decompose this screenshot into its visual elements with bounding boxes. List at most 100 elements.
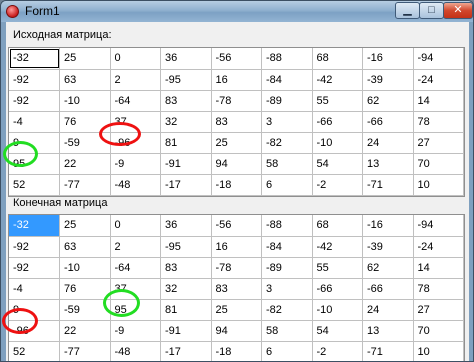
grid-cell[interactable]: -92 xyxy=(9,69,60,91)
grid-cell[interactable]: -89 xyxy=(261,257,313,279)
grid-cell[interactable]: -82 xyxy=(261,132,313,154)
grid-cell[interactable]: -56 xyxy=(211,215,262,237)
grid-cell[interactable]: 25 xyxy=(59,48,111,70)
grid-cell[interactable]: 9 xyxy=(9,132,60,154)
grid-cell[interactable]: 24 xyxy=(362,132,414,154)
grid-cell[interactable]: 81 xyxy=(160,132,212,154)
grid-cell[interactable]: -77 xyxy=(59,341,111,361)
grid-cell[interactable]: -92 xyxy=(9,257,60,279)
maximize-button[interactable]: □ xyxy=(419,2,444,19)
grid-cell[interactable]: 13 xyxy=(362,153,414,175)
grid-cell[interactable]: -66 xyxy=(312,111,363,133)
grid-cell[interactable]: -91 xyxy=(160,153,212,175)
grid-cell[interactable]: -42 xyxy=(312,69,363,91)
grid-cell[interactable]: -78 xyxy=(211,257,262,279)
grid-cell[interactable]: 68 xyxy=(312,215,363,237)
grid-cell[interactable]: -4 xyxy=(9,278,60,300)
grid-cell[interactable]: -59 xyxy=(59,132,111,154)
grid-cell[interactable]: -16 xyxy=(362,48,414,70)
grid-cell[interactable]: -64 xyxy=(110,257,161,279)
grid-cell[interactable]: -96 xyxy=(9,320,60,342)
grid-cell[interactable]: 27 xyxy=(413,132,464,154)
grid-cell[interactable]: -56 xyxy=(211,48,262,70)
grid-cell[interactable]: -84 xyxy=(261,69,313,91)
grid-cell[interactable]: 70 xyxy=(413,320,464,342)
grid-cell[interactable]: -17 xyxy=(160,341,212,361)
grid-cell[interactable]: 54 xyxy=(312,153,363,175)
grid-cell[interactable]: -39 xyxy=(362,236,414,258)
grid-cell[interactable]: 22 xyxy=(59,153,111,175)
grid-cell[interactable]: -48 xyxy=(110,341,161,361)
grid-cell[interactable]: -95 xyxy=(160,236,212,258)
grid-cell[interactable]: 24 xyxy=(362,299,414,321)
close-button[interactable]: ✕ xyxy=(443,2,473,19)
result-matrix-grid[interactable]: -32 25 0 36 -56 -88 68 -16 -94 -92 63 2 -95 16 -84 -42-… xyxy=(8,214,465,361)
grid-cell[interactable]: 32 xyxy=(160,111,212,133)
grid-cell[interactable]: -82 xyxy=(261,299,313,321)
grid-cell[interactable]: 16 xyxy=(211,236,262,258)
grid-cell[interactable]: -66 xyxy=(362,278,414,300)
grid-cell[interactable]: 52 xyxy=(9,341,60,361)
grid-cell[interactable]: -18 xyxy=(211,341,262,361)
grid-cell[interactable]: 0 xyxy=(110,48,161,70)
grid-cell[interactable]: -10 xyxy=(312,299,363,321)
grid-cell[interactable]: -10 xyxy=(312,132,363,154)
grid-cell[interactable]: -48 xyxy=(110,174,161,196)
grid-cell[interactable]: 9 xyxy=(9,299,60,321)
grid-cell[interactable]: -92 xyxy=(9,236,60,258)
grid-cell[interactable]: 36 xyxy=(160,48,212,70)
grid-cell[interactable]: 62 xyxy=(362,257,414,279)
grid-cell[interactable]: -10 xyxy=(59,90,111,112)
grid-cell[interactable]: -77 xyxy=(59,174,111,196)
grid-cell[interactable]: -39 xyxy=(362,69,414,91)
grid-cell[interactable]: 83 xyxy=(211,111,262,133)
grid-cell[interactable]: -59 xyxy=(59,299,111,321)
grid-cell[interactable]: 70 xyxy=(413,153,464,175)
grid-cell[interactable]: -2 xyxy=(312,341,363,361)
grid-cell[interactable]: -42 xyxy=(312,236,363,258)
grid-cell[interactable]: -94 xyxy=(413,215,464,237)
grid-cell[interactable]: 52 xyxy=(9,174,60,196)
grid-cell[interactable]: -88 xyxy=(261,215,313,237)
minimize-button[interactable]: ▁ xyxy=(395,2,420,19)
grid-cell[interactable]: 6 xyxy=(261,174,313,196)
grid-cell[interactable]: 10 xyxy=(413,341,464,361)
grid-cell[interactable]: -16 xyxy=(362,215,414,237)
grid-cell[interactable]: -32 xyxy=(9,48,60,70)
grid-cell[interactable]: 27 xyxy=(413,299,464,321)
grid-cell[interactable]: 22 xyxy=(59,320,111,342)
grid-cell[interactable]: 3 xyxy=(261,278,313,300)
grid-cell[interactable]: 25 xyxy=(59,215,111,237)
grid-cell[interactable]: 37 xyxy=(110,278,161,300)
grid-cell[interactable]: 83 xyxy=(160,257,212,279)
grid-cell[interactable]: -66 xyxy=(312,278,363,300)
grid-cell[interactable]: 78 xyxy=(413,278,464,300)
grid-cell[interactable]: 2 xyxy=(110,69,161,91)
grid-cell[interactable]: -18 xyxy=(211,174,262,196)
grid-cell[interactable]: 94 xyxy=(211,320,262,342)
grid-cell[interactable]: 37 xyxy=(110,111,161,133)
grid-cell[interactable]: 81 xyxy=(160,299,212,321)
grid-cell[interactable]: 83 xyxy=(160,90,212,112)
grid-cell[interactable]: -9 xyxy=(110,320,161,342)
grid-cell[interactable]: 76 xyxy=(59,111,111,133)
grid-cell[interactable]: -32 xyxy=(9,215,60,237)
grid-cell[interactable]: 13 xyxy=(362,320,414,342)
grid-cell[interactable]: 2 xyxy=(110,236,161,258)
grid-cell[interactable]: -89 xyxy=(261,90,313,112)
grid-cell[interactable]: 78 xyxy=(413,111,464,133)
grid-cell[interactable]: 58 xyxy=(261,320,313,342)
grid-cell[interactable]: 36 xyxy=(160,215,212,237)
grid-cell[interactable]: -78 xyxy=(211,90,262,112)
grid-cell[interactable]: 62 xyxy=(362,90,414,112)
grid-cell[interactable]: -84 xyxy=(261,236,313,258)
grid-cell[interactable]: 10 xyxy=(413,174,464,196)
grid-cell[interactable]: -10 xyxy=(59,257,111,279)
grid-cell[interactable]: -94 xyxy=(413,48,464,70)
grid-cell[interactable]: 68 xyxy=(312,48,363,70)
grid-cell[interactable]: -95 xyxy=(160,69,212,91)
grid-cell[interactable]: 14 xyxy=(413,257,464,279)
grid-cell[interactable]: 55 xyxy=(312,257,363,279)
grid-cell[interactable]: 95 xyxy=(9,153,60,175)
grid-cell[interactable]: 14 xyxy=(413,90,464,112)
